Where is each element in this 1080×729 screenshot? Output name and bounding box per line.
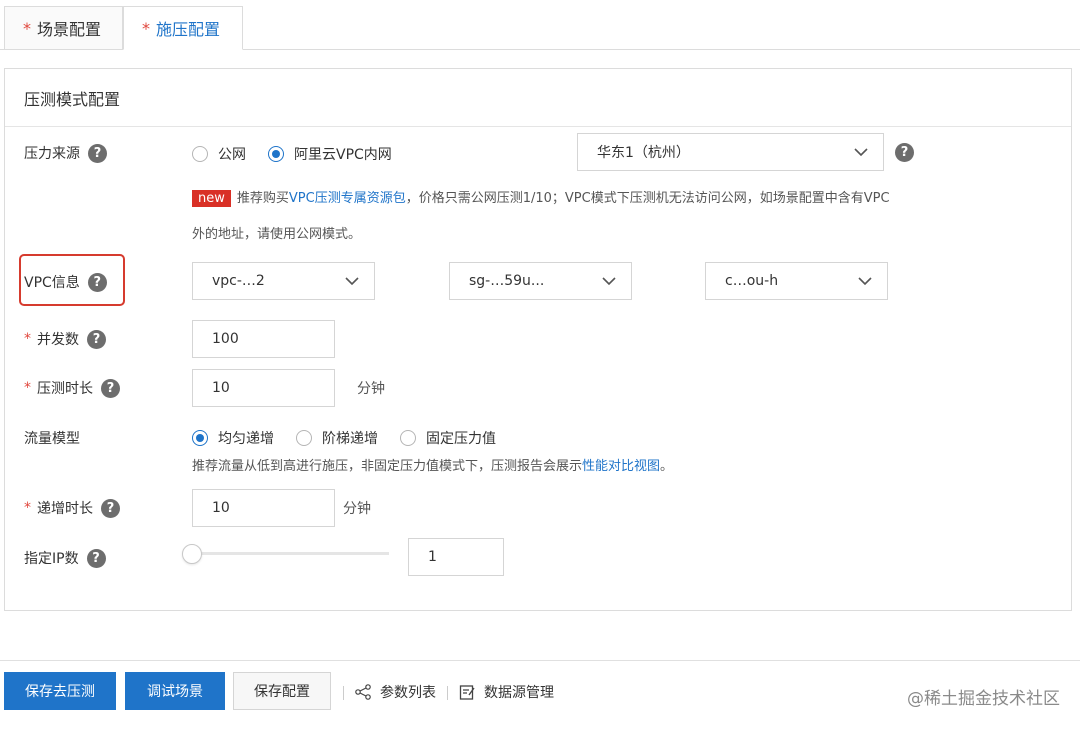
radio-step[interactable]: [296, 430, 312, 446]
ip-count-slider-handle[interactable]: [182, 544, 202, 564]
vpc-notice-line2: 外的地址，请使用公网模式。: [192, 227, 362, 242]
ip-count-slider-track[interactable]: [192, 552, 389, 555]
label-text: 递增时长: [37, 501, 93, 517]
tab-load-config[interactable]: * 施压配置: [123, 6, 243, 50]
pressure-source-label: 压力来源 ?: [24, 143, 107, 163]
region-select[interactable]: 华东1（杭州）: [577, 133, 884, 171]
traffic-model-label: 流量模型: [24, 431, 80, 447]
radio-fixed[interactable]: [400, 430, 416, 446]
required-mark: *: [24, 500, 31, 516]
help-icon[interactable]: ?: [87, 272, 107, 292]
divider: [343, 686, 344, 700]
radio-public[interactable]: [192, 146, 208, 162]
chevron-down-icon: [602, 277, 616, 286]
ip-count-label: 指定IP数 ?: [24, 548, 106, 568]
select-value: sg-…59u...: [469, 273, 545, 289]
radio-label: 公网: [218, 147, 246, 163]
link-label: 数据源管理: [484, 685, 554, 701]
ramp-duration-unit: 分钟: [343, 501, 371, 517]
label-text: VPC信息: [24, 275, 80, 291]
hint-text: 推荐流量从低到高进行施压，非固定压力值模式下，压测报告会展示: [192, 459, 583, 474]
help-icon[interactable]: ?: [87, 329, 106, 349]
pressure-source-radios: 公网 阿里云VPC内网: [192, 144, 414, 164]
duration-label: * 压测时长 ?: [24, 378, 120, 398]
vpc-select[interactable]: vpc-…2: [192, 262, 375, 300]
ramp-duration-label: * 递增时长 ?: [24, 498, 120, 518]
label-text: 压测时长: [37, 381, 93, 397]
edit-document-icon: [459, 684, 475, 700]
traffic-model-hint: 推荐流量从低到高进行施压，非固定压力值模式下，压测报告会展示性能对比视图。: [192, 451, 673, 483]
select-value: vpc-…2: [212, 273, 265, 289]
share-nodes-icon: [355, 684, 371, 700]
required-mark: *: [24, 331, 31, 347]
new-badge: new: [192, 190, 231, 207]
radio-label: 阿里云VPC内网: [294, 147, 392, 163]
radio-vpc[interactable]: [268, 146, 284, 162]
tab-label: 施压配置: [156, 20, 221, 39]
traffic-model-radios: 均匀递增 阶梯递增 固定压力值: [192, 428, 518, 448]
vpc-notice: new 推荐购买VPC压测专属资源包，价格只需公网压测1/10；VPC模式下压测机…: [192, 183, 982, 215]
duration-unit: 分钟: [357, 381, 385, 397]
chevron-down-icon: [345, 277, 359, 286]
performance-compare-link[interactable]: 性能对比视图: [582, 459, 660, 474]
select-value: c…ou-h: [725, 273, 779, 289]
divider: [447, 686, 448, 700]
help-icon[interactable]: ?: [88, 143, 107, 163]
radio-label: 固定压力值: [426, 431, 496, 447]
ramp-duration-input[interactable]: 10: [192, 489, 335, 527]
tab-bar: * 场景配置 * 施压配置: [0, 0, 1080, 50]
tab-scene-config[interactable]: * 场景配置: [4, 6, 123, 50]
required-mark: *: [23, 18, 31, 38]
radio-label: 均匀递增: [218, 431, 274, 447]
datasource-link[interactable]: 数据源管理: [459, 682, 554, 702]
help-icon[interactable]: ?: [895, 143, 914, 162]
radio-uniform[interactable]: [192, 430, 208, 446]
chevron-down-icon: [858, 277, 872, 286]
save-config-button[interactable]: 保存配置: [233, 672, 331, 710]
vpc-info-label: VPC信息 ?: [24, 272, 107, 292]
vswitch-select[interactable]: c…ou-h: [705, 262, 888, 300]
radio-label: 阶梯递增: [322, 431, 378, 447]
security-group-select[interactable]: sg-…59u...: [449, 262, 632, 300]
tab-label: 场景配置: [37, 20, 102, 39]
label-text: 并发数: [37, 332, 79, 348]
ip-count-input[interactable]: 1: [408, 538, 504, 576]
label-text: 指定IP数: [24, 551, 79, 567]
required-mark: *: [24, 380, 31, 396]
label-text: 压力来源: [24, 146, 80, 162]
help-icon[interactable]: ?: [101, 498, 120, 518]
required-mark: *: [142, 18, 150, 38]
debug-scene-button[interactable]: 调试场景: [125, 672, 225, 710]
save-and-run-button[interactable]: 保存去压测: [4, 672, 116, 710]
help-icon[interactable]: ?: [101, 378, 120, 398]
notice-text: ，价格只需公网压测1/10；VPC模式下压测机无法访问公网，如场景配置中含有VP…: [405, 191, 890, 206]
duration-input[interactable]: 10: [192, 369, 335, 407]
help-icon[interactable]: ?: [86, 548, 106, 568]
concurrency-label: * 并发数 ?: [24, 329, 106, 349]
watermark: @稀土掘金技术社区: [907, 689, 1060, 709]
vpc-package-link[interactable]: VPC压测专属资源包: [289, 191, 406, 206]
param-list-link[interactable]: 参数列表: [355, 682, 436, 702]
panel-title: 压测模式配置: [5, 69, 1071, 127]
concurrency-input[interactable]: 100: [192, 320, 335, 358]
select-value: 华东1（杭州）: [597, 145, 690, 161]
hint-text: 。: [660, 459, 674, 474]
link-label: 参数列表: [380, 685, 436, 701]
chevron-down-icon: [854, 148, 868, 157]
notice-text: 推荐购买: [236, 191, 289, 206]
